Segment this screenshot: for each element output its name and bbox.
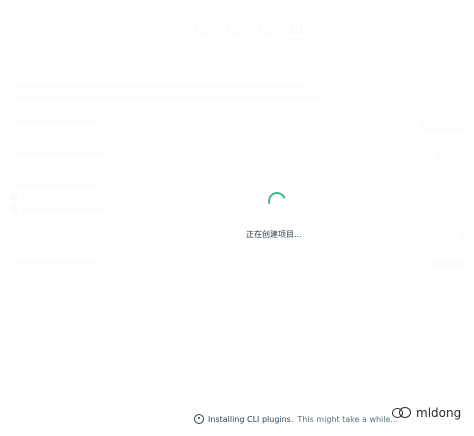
loading-overlay <box>0 0 474 436</box>
watermark: mldong <box>392 406 461 420</box>
install-status-primary: Installing CLI plugins. <box>208 414 294 424</box>
wechat-logo-icon <box>392 407 411 419</box>
install-status-secondary: This might take a while... <box>297 414 399 424</box>
watermark-text: mldong <box>416 406 462 420</box>
install-status: Installing CLI plugins. This might take … <box>194 414 398 424</box>
loading-message: 正在创建项目... <box>246 230 302 239</box>
info-icon <box>194 414 204 424</box>
